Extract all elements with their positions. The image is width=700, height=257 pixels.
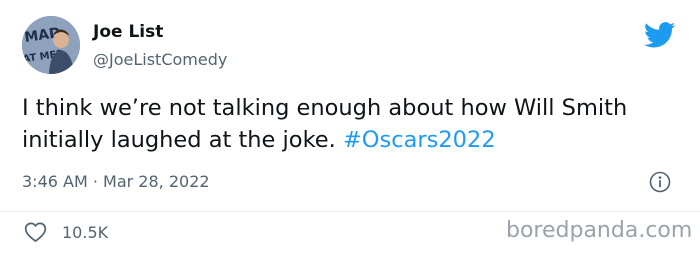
divider [0, 211, 700, 212]
twitter-bird-icon[interactable] [644, 22, 676, 48]
user-handle[interactable]: @JoeListComedy [93, 50, 227, 69]
watermark: boredpanda.com [506, 218, 693, 243]
tweet-text: I think we’re not talking enough about h… [22, 92, 682, 156]
display-name[interactable]: Joe List [93, 22, 163, 42]
like-button[interactable]: 10.5K [24, 219, 108, 245]
hashtag-link[interactable]: #Oscars2022 [343, 127, 496, 153]
tweet-card: MAD AT ME? Joe List @JoeListComedy I thi… [0, 0, 700, 257]
avatar[interactable]: MAD AT ME? [22, 16, 80, 74]
tweet-body: I think we’re not talking enough about h… [22, 95, 628, 153]
info-icon[interactable] [649, 171, 671, 193]
like-count: 10.5K [62, 222, 109, 242]
timestamp[interactable]: 3:46 AM · Mar 28, 2022 [22, 172, 210, 191]
heart-icon [24, 222, 47, 242]
